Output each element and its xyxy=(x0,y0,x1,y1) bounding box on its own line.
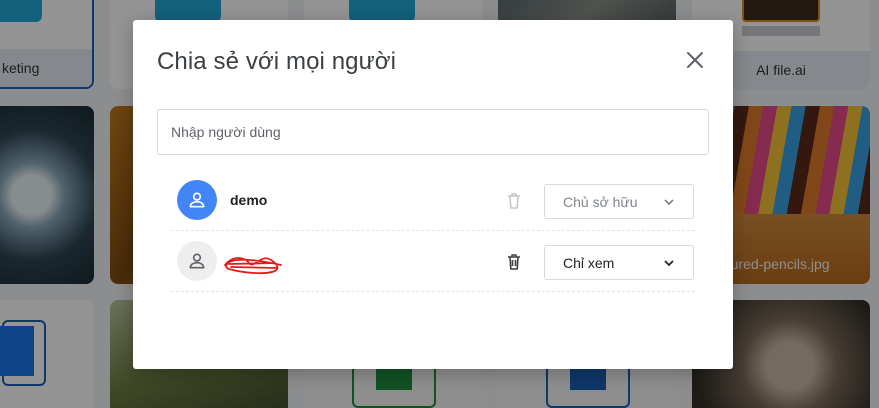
role-select: Chủ sở hữu xyxy=(544,184,694,219)
close-icon[interactable] xyxy=(685,50,705,70)
delete-icon[interactable] xyxy=(504,252,524,272)
person-icon xyxy=(189,192,205,208)
user-name: demo xyxy=(230,192,268,208)
delete-icon xyxy=(504,191,524,211)
avatar xyxy=(177,180,217,220)
avatar xyxy=(177,241,217,281)
shared-user-row: Chỉ xem xyxy=(171,231,695,292)
share-dialog: Chia sẻ với mọi người demo Chủ sở hữu xyxy=(133,20,733,369)
role-select[interactable]: Chỉ xem xyxy=(544,245,694,280)
role-value: Chỉ xem xyxy=(563,254,615,271)
dialog-title: Chia sẻ với mọi người xyxy=(157,48,397,75)
role-value: Chủ sở hữu xyxy=(563,193,638,210)
shared-user-row: demo Chủ sở hữu xyxy=(171,170,695,231)
chevron-down-icon xyxy=(664,259,674,266)
user-search-input[interactable] xyxy=(157,109,709,155)
person-icon xyxy=(189,253,205,269)
redacted-name-scribble xyxy=(224,257,282,275)
chevron-down-icon xyxy=(664,198,674,205)
